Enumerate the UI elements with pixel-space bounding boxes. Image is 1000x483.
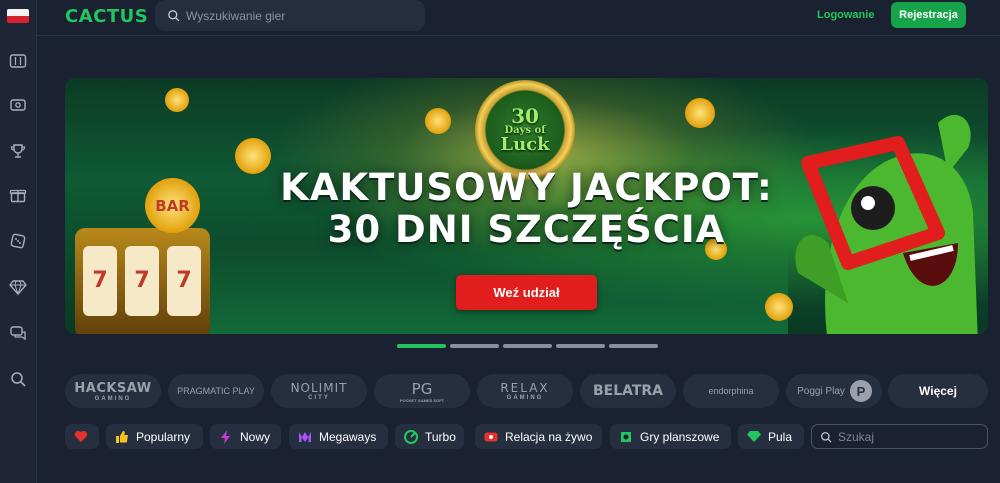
provider-subname: GAMING [94,395,132,402]
category-live[interactable]: Relacja na żywo [475,424,602,449]
providers-row: HACKSAW GAMING PRAGMATIC PLAY NOLIMIT CI… [65,374,988,408]
live-camera-icon [484,430,498,444]
carousel-dot[interactable] [609,344,658,348]
provider-subname: CITY [308,395,330,401]
provider-poggi-play[interactable]: Poggi Play P [786,374,882,408]
carousel-dot[interactable] [556,344,605,348]
live-casino-icon[interactable] [5,92,31,118]
coin-image [165,88,189,112]
carousel-dot[interactable] [503,344,552,348]
headline-line: 30 DNI SZCZĘŚCIA [327,208,726,251]
cactus-logo[interactable]: CACTUS [65,6,148,27]
trophy-icon[interactable] [5,138,31,164]
category-search-box[interactable] [811,424,988,449]
provider-belatra[interactable]: BELATRA [580,374,676,408]
megaways-icon [298,430,312,444]
medal-number: 30 [511,104,539,128]
provider-name: Poggi Play [797,385,845,397]
category-board-games[interactable]: Gry planszowe [610,424,731,449]
game-search-box[interactable] [155,0,425,31]
provider-hacksaw[interactable]: HACKSAW GAMING [65,374,161,408]
gift-box-icon[interactable] [5,182,31,208]
provider-subname: GAMING [506,395,544,401]
coin-image [425,108,451,134]
heart-icon [74,430,88,444]
provider-name: BELATRA [592,383,664,399]
sidebar [0,0,37,483]
dice-icon[interactable] [5,228,31,254]
more-providers-button[interactable]: Więcej [888,374,988,408]
diamond-icon[interactable] [5,274,31,300]
category-jackpot[interactable]: Pula [738,424,804,449]
banner-headline: KAKTUSOWY JACKPOT: 30 DNI SZCZĘŚCIA [65,167,988,251]
chip-label: Megaways [319,429,377,444]
provider-subname: POCKET GAMES SOFT [399,397,445,403]
chip-label: Turbo [425,429,456,444]
headline-line: KAKTUSOWY JACKPOT: [280,166,773,209]
provider-relax-gaming[interactable]: RELAX GAMING [477,374,573,408]
search-icon [168,10,180,22]
chip-label: Gry planszowe [640,429,720,444]
provider-name: HACKSAW [74,380,152,396]
30-days-of-luck-medal: 30 Days of Luck [475,80,575,180]
carousel-indicators [397,344,658,348]
thumbs-up-icon [115,430,129,444]
carousel-dot[interactable] [450,344,499,348]
top-header: CACTUS Logowanie Rejestracja [37,0,1000,36]
pl-flag-icon[interactable] [7,9,29,23]
chip-label: Nowy [240,429,271,444]
favorites-chip[interactable] [65,424,99,449]
promo-banner[interactable]: 7 7 7 BAR 30 Days of Luck KAKTUSOWY JACK… [65,78,988,334]
board-game-icon [619,430,633,444]
poggi-play-logo-icon: P [850,380,872,402]
provider-name: RELAX [500,381,550,395]
diamond-icon [747,430,761,444]
provider-nolimit-city[interactable]: NOLIMIT CITY [271,374,367,408]
reel-symbol: 7 [83,246,117,316]
reel-symbol: 7 [167,246,201,316]
reel-symbol: 7 [125,246,159,316]
provider-name: PRAGMATIC PLAY [177,386,255,396]
chip-label: Pula [768,429,793,444]
carousel-dot[interactable] [397,344,446,348]
join-promo-button[interactable]: Weź udział [456,275,597,310]
category-popular[interactable]: Popularny [106,424,203,449]
provider-pg-soft[interactable]: PG POCKET GAMES SOFT [374,374,470,408]
search-icon[interactable] [5,366,31,392]
provider-name: endorphina [708,386,754,396]
category-turbo[interactable]: Turbo [395,424,464,449]
search-icon [821,431,832,442]
provider-name: NOLIMIT [290,381,348,395]
chip-label: Relacja na żywo [505,429,593,444]
register-button[interactable]: Rejestracja [891,2,966,28]
chip-label: Popularny [136,429,191,444]
chat-icon[interactable] [5,320,31,346]
category-search-input[interactable] [838,429,978,444]
category-megaways[interactable]: Megaways [289,424,388,449]
coin-image [685,98,715,128]
category-new[interactable]: Nowy [210,424,281,449]
provider-pragmatic-play[interactable]: PRAGMATIC PLAY [168,374,264,408]
game-search-input[interactable] [186,8,406,23]
turbo-icon [404,429,418,444]
slots-icon[interactable] [5,48,31,74]
medal-text: Luck [500,134,550,155]
provider-endorphina[interactable]: endorphina [683,374,779,408]
login-link[interactable]: Logowanie [817,9,874,21]
lightning-icon [219,429,233,444]
provider-name: PG [411,379,433,398]
